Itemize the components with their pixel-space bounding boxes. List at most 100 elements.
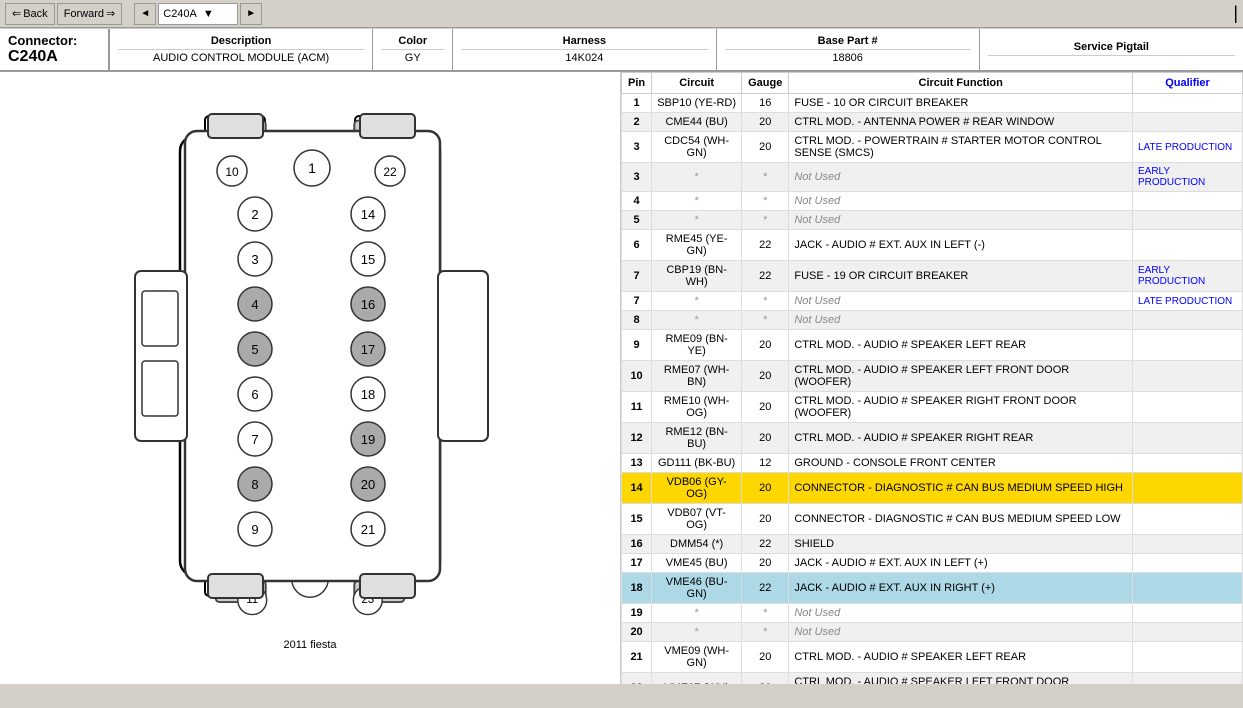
qualifier-text: EARLY PRODUCTION [1133, 163, 1243, 192]
svg-text:21: 21 [361, 522, 375, 537]
circuit-id: RME07 (WH-BN) [652, 361, 742, 392]
circuit-id: * [652, 163, 742, 192]
circuit-function: CTRL MOD. - ANTENNA POWER # REAR WINDOW [789, 113, 1133, 132]
diagram-area: 1 2 14 3 15 4 16 5 17 6 18 [0, 72, 620, 684]
qualifier-text [1133, 454, 1243, 473]
circuit-id: RME12 (BN-BU) [652, 423, 742, 454]
gauge-value: 22 [742, 261, 789, 292]
base-part-cell: Base Part # 18806 [717, 29, 980, 70]
pin-number: 17 [622, 554, 652, 573]
circuit-function: SHIELD [789, 535, 1133, 554]
table-row: 19 * * Not Used [622, 604, 1243, 623]
circuit-id: CDC54 (WH-GN) [652, 132, 742, 163]
table-row: 16 DMM54 (*) 22 SHIELD [622, 535, 1243, 554]
pin-number: 12 [622, 423, 652, 454]
qualifier-text [1133, 554, 1243, 573]
print-button[interactable]: | [1233, 3, 1238, 24]
svg-text:1: 1 [308, 160, 316, 176]
pin-number: 15 [622, 504, 652, 535]
circuit-function: FUSE - 10 OR CIRCUIT BREAKER [789, 94, 1133, 113]
svg-text:5: 5 [251, 342, 258, 357]
main-area: 1 2 14 3 15 4 16 5 17 6 18 [0, 72, 1243, 684]
back-button[interactable]: ⇐ Back [5, 3, 55, 25]
table-row: 11 RME10 (WH-OG) 20 CTRL MOD. - AUDIO # … [622, 392, 1243, 423]
gauge-value: 12 [742, 454, 789, 473]
qualifier-text [1133, 361, 1243, 392]
svg-text:8: 8 [251, 477, 258, 492]
qualifier-text [1133, 211, 1243, 230]
pin-number: 11 [622, 392, 652, 423]
circuit-function: CTRL MOD. - AUDIO # SPEAKER RIGHT FRONT … [789, 392, 1133, 423]
pin-number: 10 [622, 361, 652, 392]
next-connector-button[interactable]: ► [240, 3, 262, 25]
circuit-function: CONNECTOR - DIAGNOSTIC # CAN BUS MEDIUM … [789, 504, 1133, 535]
circuit-function: Not Used [789, 604, 1133, 623]
pin-number: 21 [622, 642, 652, 673]
circuit-function: CTRL MOD. - AUDIO # SPEAKER LEFT REAR [789, 330, 1133, 361]
base-part-value: 18806 [725, 52, 971, 64]
svg-text:18: 18 [361, 387, 375, 402]
circuit-id: CBP19 (BN-WH) [652, 261, 742, 292]
connector-id-cell: Connector: C240A [0, 29, 110, 70]
circuit-function: GROUND - CONSOLE FRONT CENTER [789, 454, 1133, 473]
table-row: 22 VME07 (WH) 20 CTRL MOD. - AUDIO # SPE… [622, 673, 1243, 685]
qualifier-text: LATE PRODUCTION [1133, 132, 1243, 163]
gauge-value: * [742, 311, 789, 330]
circuit-function: CTRL MOD. - AUDIO # SPEAKER RIGHT REAR [789, 423, 1133, 454]
table-row: 12 RME12 (BN-BU) 20 CTRL MOD. - AUDIO # … [622, 423, 1243, 454]
qualifier-text [1133, 330, 1243, 361]
circuit-id: VDB07 (VT-OG) [652, 504, 742, 535]
gauge-value: 20 [742, 392, 789, 423]
circuit-function: JACK - AUDIO # EXT. AUX IN LEFT (+) [789, 554, 1133, 573]
harness-value: 14K024 [461, 52, 707, 64]
pin-number: 2 [622, 113, 652, 132]
connector-dropdown[interactable]: C240A ▼ [158, 3, 238, 25]
table-row: 6 RME45 (YE-GN) 22 JACK - AUDIO # EXT. A… [622, 230, 1243, 261]
harness-cell: Harness 14K024 [453, 29, 716, 70]
table-row: 2 CME44 (BU) 20 CTRL MOD. - ANTENNA POWE… [622, 113, 1243, 132]
circuit-id: * [652, 311, 742, 330]
circuit-id: RME45 (YE-GN) [652, 230, 742, 261]
pin-number: 14 [622, 473, 652, 504]
circuit-function: Not Used [789, 292, 1133, 311]
qualifier-text [1133, 504, 1243, 535]
gauge-value: 20 [742, 423, 789, 454]
circuit-id: VME09 (WH-GN) [652, 642, 742, 673]
toolbar-left: ⇐ Back Forward ⇒ ◄ C240A ▼ ► [5, 3, 262, 25]
pin-number: 8 [622, 311, 652, 330]
pin-number: 9 [622, 330, 652, 361]
prev-connector-button[interactable]: ◄ [134, 3, 156, 25]
pin-number: 20 [622, 623, 652, 642]
circuit-function: CTRL MOD. - AUDIO # SPEAKER LEFT FRONT D… [789, 673, 1133, 685]
qualifier-text [1133, 473, 1243, 504]
circuit-id: * [652, 623, 742, 642]
forward-button[interactable]: Forward ⇒ [57, 3, 123, 25]
qualifier-text [1133, 573, 1243, 604]
connector-id: C240A [8, 48, 100, 66]
gauge-value: * [742, 211, 789, 230]
gauge-value: 16 [742, 94, 789, 113]
gauge-value: 20 [742, 673, 789, 685]
circuit-id: * [652, 604, 742, 623]
gauge-value: 20 [742, 504, 789, 535]
pin-number: 6 [622, 230, 652, 261]
table-row: 21 VME09 (WH-GN) 20 CTRL MOD. - AUDIO # … [622, 642, 1243, 673]
back-label: Back [23, 8, 47, 20]
header-info: Connector: C240A Description AUDIO CONTR… [0, 28, 1243, 72]
col-qualifier: Qualifier [1133, 73, 1243, 94]
harness-label: Harness [461, 35, 707, 50]
col-circuit: Circuit [652, 73, 742, 94]
gauge-value: 20 [742, 642, 789, 673]
col-gauge: Gauge [742, 73, 789, 94]
circuit-function: JACK - AUDIO # EXT. AUX IN RIGHT (+) [789, 573, 1133, 604]
svg-text:17: 17 [361, 342, 375, 357]
qualifier-text [1133, 604, 1243, 623]
svg-text:6: 6 [251, 387, 258, 402]
svg-text:7: 7 [251, 432, 258, 447]
description-value: AUDIO CONTROL MODULE (ACM) [118, 52, 364, 64]
qualifier-text [1133, 192, 1243, 211]
back-arrow-icon: ⇐ [12, 7, 21, 20]
table-area[interactable]: Pin Circuit Gauge Circuit Function Quali… [620, 72, 1243, 684]
print-icon: | [1233, 3, 1238, 23]
svg-text:3: 3 [251, 252, 258, 267]
